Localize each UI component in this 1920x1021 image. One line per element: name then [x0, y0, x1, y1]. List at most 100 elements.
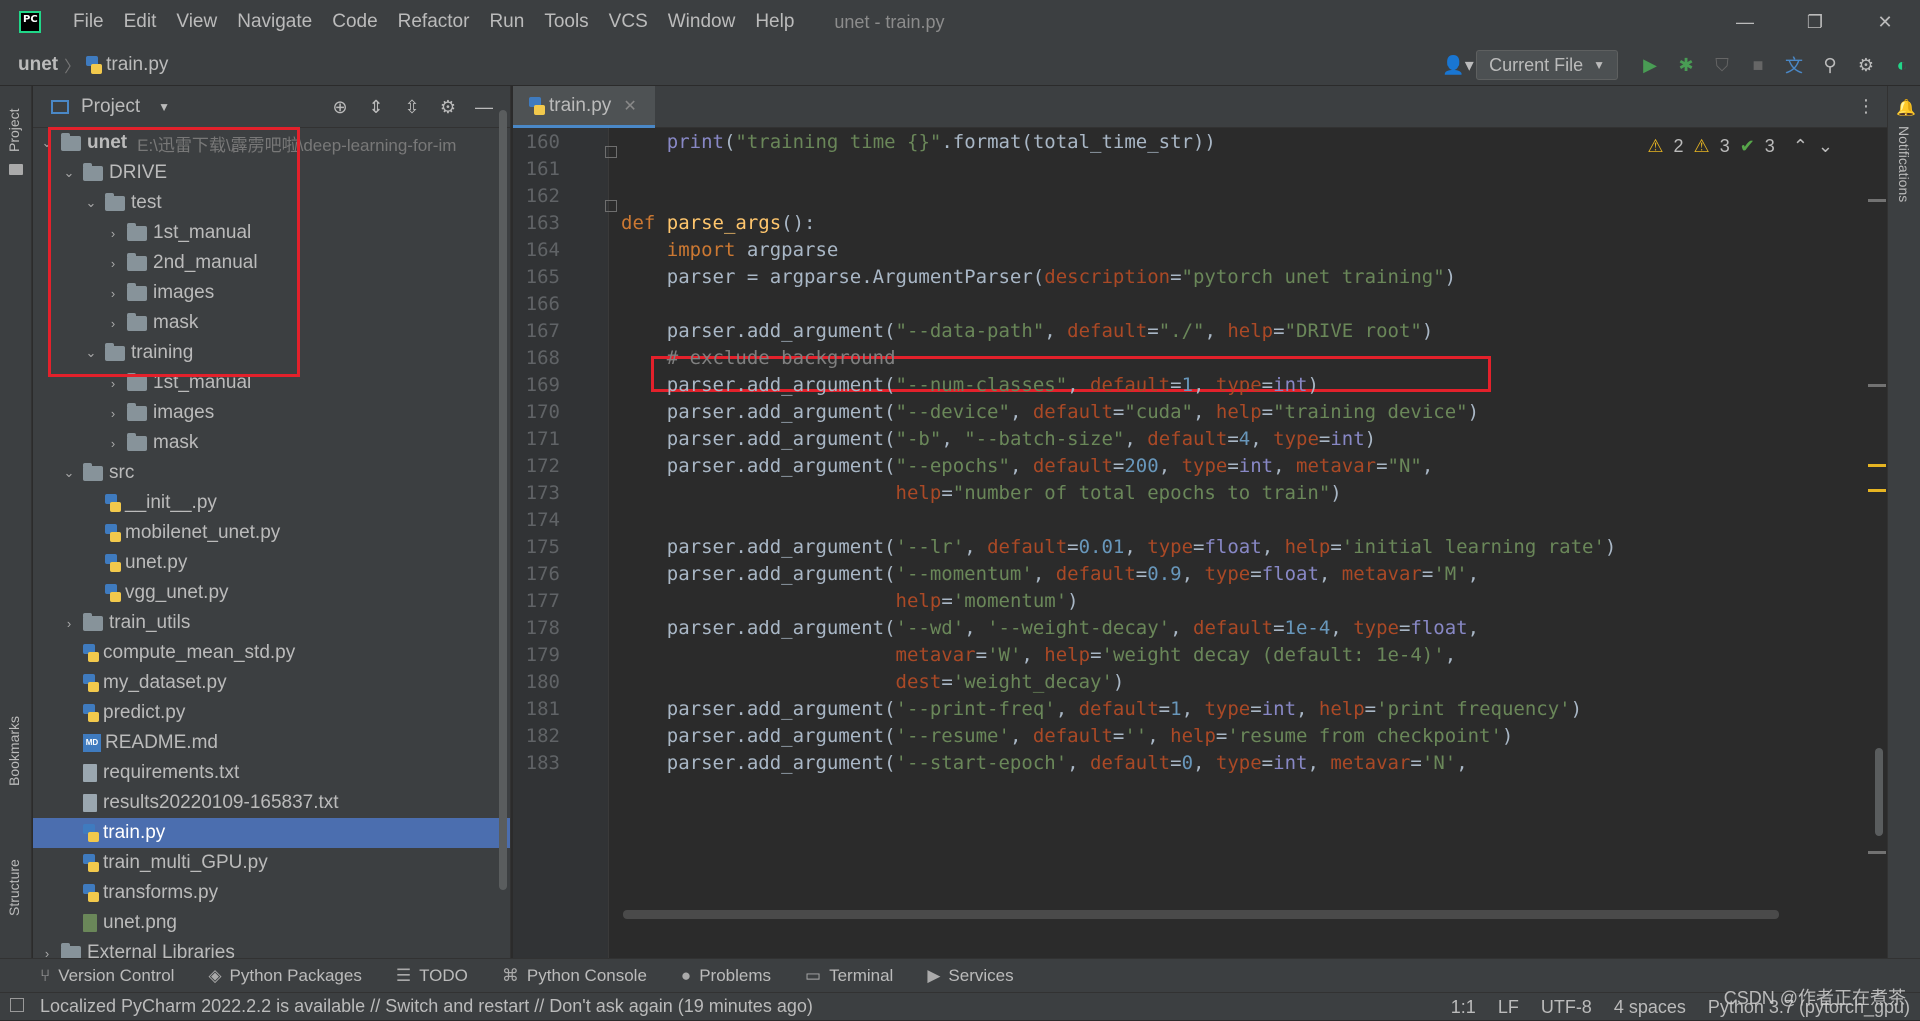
pycharm-logo-icon[interactable]: PC — [19, 11, 41, 33]
tool-tab-services[interactable]: ▶ Services — [927, 966, 1013, 986]
tree-file[interactable]: ›vgg_unet.py — [33, 578, 510, 608]
code-line[interactable]: 170 parser.add_argument("--device", defa… — [513, 398, 1479, 425]
error-stripe-mark[interactable] — [1868, 851, 1886, 854]
chevron-right-icon[interactable]: › — [61, 616, 77, 631]
horizontal-scrollbar[interactable] — [623, 910, 1779, 919]
status-toggle-icon[interactable] — [10, 998, 24, 1012]
editor-scrollbar[interactable] — [1875, 748, 1883, 836]
code-line[interactable]: 182 parser.add_argument('--resume', defa… — [513, 722, 1514, 749]
stop-icon[interactable]: ■ — [1740, 47, 1776, 83]
chevron-right-icon[interactable]: › — [105, 406, 121, 421]
tree-folder[interactable]: ⌄ src — [33, 458, 510, 488]
code-line[interactable]: 162 — [513, 182, 560, 209]
project-tool-tab[interactable]: Project — [6, 108, 22, 152]
chevron-down-icon[interactable]: ⌄ — [61, 465, 77, 481]
tool-tab-version-control[interactable]: ⑂ Version Control — [40, 966, 174, 986]
settings-icon[interactable]: ⚙ — [430, 89, 466, 125]
code-line[interactable]: 181 parser.add_argument('--print-freq', … — [513, 695, 1582, 722]
code-line[interactable]: 160 print("training time {}".format(tota… — [513, 128, 1216, 155]
chevron-right-icon[interactable]: › — [105, 376, 121, 391]
jetbrains-logo-icon[interactable]: ◐ — [1884, 47, 1920, 83]
error-stripe-mark[interactable] — [1868, 384, 1886, 387]
inspection-widget[interactable]: ⚠ 2 ⚠ 3 ✔ 3 ⌃ ⌄ — [1647, 136, 1833, 157]
code-line[interactable]: 165 parser = argparse.ArgumentParser(des… — [513, 263, 1456, 290]
tree-file[interactable]: ›train_multi_GPU.py — [33, 848, 510, 878]
tree-file[interactable]: ›compute_mean_std.py — [33, 638, 510, 668]
collapse-all-icon[interactable]: ⇳ — [394, 89, 430, 125]
chevron-up-icon[interactable]: ⌃ — [1793, 136, 1808, 157]
menu-code[interactable]: Code — [322, 11, 387, 33]
code-line[interactable]: 175 parser.add_argument('--lr', default=… — [513, 533, 1617, 560]
tree-folder[interactable]: › images — [33, 398, 510, 428]
menu-tools[interactable]: Tools — [534, 11, 598, 33]
line-separator[interactable]: LF — [1498, 997, 1519, 1018]
search-icon[interactable]: ⚲ — [1812, 47, 1848, 83]
notifications-tool-tab[interactable]: Notifications — [1896, 126, 1912, 202]
status-message[interactable]: Localized PyCharm 2022.2.2 is available … — [40, 996, 813, 1017]
code-line[interactable]: 171 parser.add_argument("-b", "--batch-s… — [513, 425, 1376, 452]
run-config-select[interactable]: Current File ▼ — [1476, 50, 1618, 80]
tool-tab-python-packages[interactable]: ◈ Python Packages — [208, 966, 361, 986]
tree-folder[interactable]: › train_utils — [33, 608, 510, 638]
restore-icon[interactable]: ❐ — [1780, 0, 1850, 44]
code-line[interactable]: 176 parser.add_argument('--momentum', de… — [513, 560, 1479, 587]
tree-file[interactable]: ›transforms.py — [33, 878, 510, 908]
menu-run[interactable]: Run — [479, 11, 534, 33]
tree-file[interactable]: ›results20220109-165837.txt — [33, 788, 510, 818]
tool-tab-terminal[interactable]: ▭ Terminal — [805, 966, 893, 986]
tool-tab-problems[interactable]: ● Problems — [681, 966, 771, 986]
menu-refactor[interactable]: Refactor — [388, 11, 480, 33]
menu-window[interactable]: Window — [658, 11, 746, 33]
file-encoding[interactable]: UTF-8 — [1541, 997, 1592, 1018]
code-line[interactable]: 174 — [513, 506, 560, 533]
code-line[interactable]: 183 parser.add_argument('--start-epoch',… — [513, 749, 1468, 776]
translate-icon[interactable]: 文 — [1776, 47, 1812, 83]
error-stripe-mark[interactable] — [1868, 199, 1886, 202]
tool-tab-python-console[interactable]: ⌘ Python Console — [502, 966, 647, 986]
project-panel-title[interactable]: Project — [81, 96, 140, 118]
user-icon[interactable]: 👤▾ — [1440, 47, 1476, 83]
fold-icon[interactable] — [605, 146, 617, 158]
tool-tab-todo[interactable]: ☰ TODO — [396, 966, 468, 986]
locate-icon[interactable]: ⊕ — [322, 89, 358, 125]
indent-setting[interactable]: 4 spaces — [1614, 997, 1686, 1018]
code-editor[interactable]: ⚠ 2 ⚠ 3 ✔ 3 ⌃ ⌄ 160 print("training time {}… — [513, 128, 1887, 958]
menu-file[interactable]: File — [63, 11, 114, 33]
breadcrumb-project[interactable]: unet — [18, 54, 58, 76]
menu-navigate[interactable]: Navigate — [227, 11, 322, 33]
tree-file[interactable]: ›unet.py — [33, 548, 510, 578]
code-line[interactable]: 166 — [513, 290, 560, 317]
tree-folder[interactable]: › mask — [33, 428, 510, 458]
menu-edit[interactable]: Edit — [114, 11, 167, 33]
code-line[interactable]: 168 # exclude background — [513, 344, 896, 371]
more-options-icon[interactable]: ⋮ — [1857, 96, 1875, 117]
tree-file[interactable]: ›train.py — [33, 818, 510, 848]
project-scrollbar[interactable] — [499, 110, 507, 890]
chevron-down-icon[interactable]: ⌄ — [1818, 136, 1833, 157]
code-line[interactable]: 169 parser.add_argument("--num-classes",… — [513, 371, 1319, 398]
caret-position[interactable]: 1:1 — [1451, 997, 1476, 1018]
menu-help[interactable]: Help — [745, 11, 804, 33]
structure-tool-tab[interactable]: Structure — [6, 859, 22, 916]
debug-icon[interactable]: ✱ — [1668, 47, 1704, 83]
code-line[interactable]: 179 metavar='W', help='weight decay (def… — [513, 641, 1456, 668]
code-line[interactable]: 163 def parse_args(): — [513, 209, 816, 236]
tree-file[interactable]: ›__init__.py — [33, 488, 510, 518]
run-icon[interactable]: ▶ — [1632, 47, 1668, 83]
code-line[interactable]: 177 help='momentum') — [513, 587, 1079, 614]
bell-icon[interactable]: 🔔 — [1896, 98, 1916, 118]
menu-view[interactable]: View — [166, 11, 227, 33]
coverage-icon[interactable]: ⛉ — [1704, 47, 1740, 83]
error-stripe-mark[interactable] — [1868, 464, 1886, 467]
breadcrumb-file[interactable]: train.py — [106, 54, 168, 76]
code-line[interactable]: 172 parser.add_argument("--epochs", defa… — [513, 452, 1434, 479]
gear-icon[interactable]: ⚙ — [1848, 47, 1884, 83]
close-window-icon[interactable]: ✕ — [1850, 0, 1920, 44]
tab-train-py[interactable]: train.py ✕ — [513, 86, 655, 128]
tree-file[interactable]: ›predict.py — [33, 698, 510, 728]
tree-file[interactable]: ›mobilenet_unet.py — [33, 518, 510, 548]
code-line[interactable]: 173 help="number of total epochs to trai… — [513, 479, 1342, 506]
code-line[interactable]: 167 parser.add_argument("--data-path", d… — [513, 317, 1434, 344]
expand-all-icon[interactable]: ⇕ — [358, 89, 394, 125]
code-line[interactable]: 178 parser.add_argument('--wd', '--weigh… — [513, 614, 1479, 641]
